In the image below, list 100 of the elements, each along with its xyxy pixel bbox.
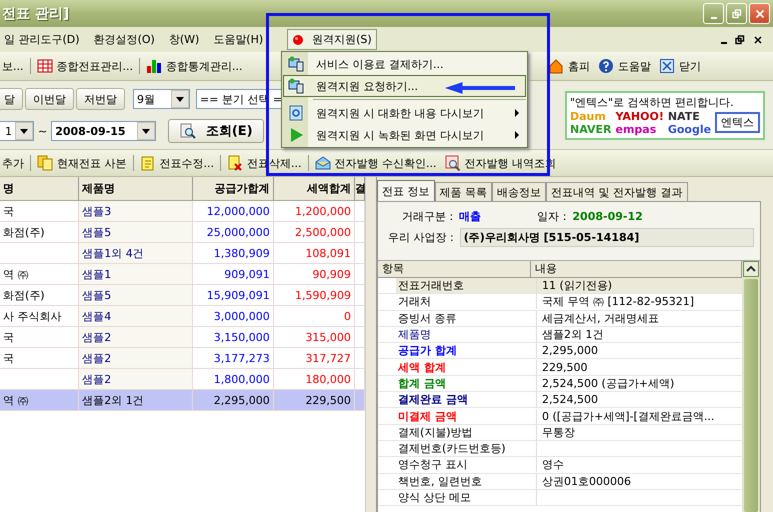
property-row[interactable]: 결제(지불)방법 무통장 (378, 424, 742, 441)
property-label: 영수청구 표시 (396, 457, 537, 472)
column-header[interactable]: 결 (354, 177, 364, 200)
table-row[interactable]: 국 샘플2 3,150,000 315,000 (0, 326, 364, 348)
property-value: 국제 무역 ㈜ [112-82-95321] (541, 294, 695, 310)
property-row[interactable]: 결제완료 금액 2,524,500 (378, 392, 742, 408)
table-row[interactable]: 사 주식회사 샘플4 3,000,000 0 (0, 306, 364, 326)
maximize-button[interactable] (726, 3, 747, 24)
close-icon[interactable] (753, 34, 763, 44)
property-row[interactable]: 합계 금액 2,524,500 (공급가+세액) (378, 376, 742, 392)
menu-item[interactable]: 원격지원(S) (287, 29, 377, 50)
property-label: 미결제 금액 (396, 408, 537, 424)
close-button[interactable] (749, 3, 770, 24)
toolbar-button[interactable]: 추가 (0, 155, 26, 171)
table-row[interactable]: 국 샘플3 12,000,000 1,200,000 (0, 200, 364, 222)
tab[interactable]: 전표 정보 (377, 180, 434, 201)
column-header[interactable]: 명 (0, 177, 79, 200)
search-button[interactable]: 조회(E) (168, 119, 264, 143)
property-row[interactable]: 증빙서 종류 세금계산서, 거래명세표 (378, 310, 742, 327)
toolbar-button[interactable]: 전표수정... (138, 155, 216, 171)
property-row[interactable]: 양식 상단 메모 (378, 490, 742, 506)
menu-item[interactable]: 일 관리도구(D) (0, 29, 84, 50)
table-row[interactable]: 역 ㈜ 샘플1 909,091 90,909 (0, 264, 364, 284)
property-label: 전표거래번호 (396, 278, 537, 294)
property-value: 2,524,500 (541, 392, 599, 408)
property-row[interactable]: 책번호, 일련번호 상권01호000006 (378, 474, 742, 490)
table-cell: 3,177,273 (192, 348, 274, 368)
table-row[interactable]: 역 ㈜ 샘플2외 1건 2,295,000 229,500 (0, 390, 364, 410)
table-cell: 317,727 (273, 348, 354, 368)
table-cell: 샘플2 (78, 326, 192, 348)
property-row[interactable]: 거래처 국제 무역 ㈜ [112-82-95321] (378, 294, 742, 311)
property-label: 합계 금액 (396, 376, 537, 391)
toolbar-button[interactable]: 홈피 (546, 58, 592, 74)
tab[interactable]: 제품 목록 (434, 182, 492, 201)
table-row[interactable]: 샘플1외 4건 1,380,909 108,091 (0, 242, 364, 264)
refresh-icon (288, 105, 304, 121)
property-row[interactable]: 세액 합계 229,500 (378, 359, 742, 376)
menu-item[interactable]: 원격지원 요청하기... (283, 75, 526, 97)
property-row[interactable]: 전표거래번호 11 (읽기전용) (378, 278, 742, 294)
date-from-field[interactable]: 1 (0, 121, 34, 141)
period-button[interactable]: 이번달 (25, 88, 74, 110)
month-select[interactable]: 9월 (133, 89, 190, 109)
property-label: 제품명 (396, 327, 537, 342)
minimize-button[interactable] (703, 3, 724, 24)
column-header[interactable]: 세액합계 (273, 177, 354, 200)
toolbar-button[interactable]: 보... (0, 58, 26, 74)
table-cell: 샘플5 (78, 222, 192, 242)
period-button[interactable]: 저번달 (76, 88, 125, 110)
menu-item[interactable]: 환경설정(O) (90, 29, 159, 50)
property-label: 양식 상단 메모 (396, 490, 537, 505)
toolbar-button[interactable]: 전자발행 수신확인... (312, 155, 438, 171)
table-row[interactable]: 화점(주) 샘플5 15,909,091 1,590,909 (0, 284, 364, 306)
table-cell: 샘플2 (78, 368, 192, 390)
ad-text: "엔텍스"로 검색하면 편리합니다. (570, 94, 735, 110)
scroll-up-icon[interactable] (743, 261, 759, 277)
scrollbar[interactable] (742, 261, 760, 512)
restore-icon[interactable] (735, 34, 745, 44)
period-button[interactable]: 달 (0, 88, 23, 110)
column-header[interactable]: 공급가합계 (192, 177, 274, 200)
property-row[interactable]: 제품명 샘플2외 1건 (378, 326, 742, 344)
menu-item[interactable]: 서비스 이용료 결제하기... (283, 53, 526, 75)
toolbar-button[interactable]: 현재전표 사본 (35, 155, 128, 171)
ad-search-button[interactable]: 엔텍스 (715, 112, 760, 133)
magnifier-icon (444, 155, 460, 171)
column-header[interactable]: 제품명 (78, 177, 192, 200)
property-label: 결제(지불)방법 (396, 424, 537, 440)
table-row[interactable]: 화점(주) 샘플5 25,000,000 2,500,000 (0, 222, 364, 242)
property-value: 영수 (541, 457, 565, 472)
property-label: 책번호, 일련번호 (396, 474, 537, 489)
table-cell: 1,380,909 (192, 242, 274, 264)
property-value: 229,500 (541, 360, 588, 375)
table-row[interactable]: 국 샘플2 3,177,273 317,727 (0, 348, 364, 368)
property-row[interactable]: 영수청구 표시 영수 (378, 457, 742, 474)
table-cell: 사 주식회사 (0, 306, 79, 326)
menu-item[interactable]: 원격지원 시 녹화된 화면 다시보기 (283, 124, 526, 146)
property-row[interactable]: 결제번호(카드번호등) (378, 440, 742, 458)
table-cell: 1,590,909 (273, 284, 354, 306)
toolbar-button[interactable]: 종합통계관리... (144, 58, 244, 74)
menu-item[interactable]: 창(W) (164, 29, 204, 50)
property-label: 거래처 (396, 294, 537, 310)
property-row[interactable]: 미결제 금액 0 ([공급가+세액]-[결제완료금액... (378, 408, 742, 425)
toolbar-button[interactable]: 종합전표관리... (34, 58, 135, 74)
date-value: 2008-09-12 (572, 210, 643, 223)
field-label: 우리 사업장 : (388, 230, 454, 245)
table-row[interactable]: 샘플2 1,800,000 180,000 (0, 368, 364, 390)
tab[interactable]: 전표내역 및 전자발행 결과 (546, 182, 688, 201)
table-cell: 0 (273, 306, 354, 326)
toolbar-button[interactable]: 닫기 (657, 58, 703, 74)
menu-item[interactable]: 도움말(H) (209, 29, 268, 50)
minimize-icon[interactable] (721, 42, 727, 44)
copy-icon (37, 155, 53, 171)
property-row[interactable]: 공급가 합계 2,295,000 (378, 343, 742, 360)
table-cell: 샘플2 (78, 348, 192, 368)
date-separator: ~ (37, 124, 48, 138)
table-cell: 역 ㈜ (0, 390, 79, 410)
table-cell: 2,500,000 (273, 222, 354, 242)
note-edit-icon (140, 155, 156, 171)
date-to-field[interactable]: 2008-09-15 (51, 121, 156, 141)
tab[interactable]: 배송정보 (492, 182, 546, 201)
toolbar-button[interactable]: 도움말 (596, 58, 653, 74)
